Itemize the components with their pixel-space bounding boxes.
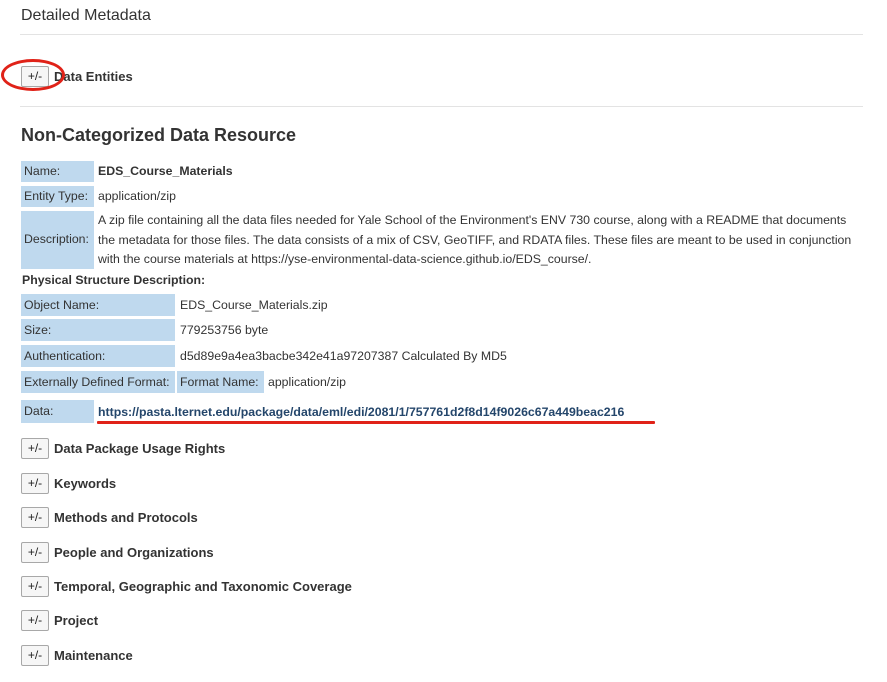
section-usage-rights: +/- Data Package Usage Rights <box>21 437 225 459</box>
header-divider <box>20 34 863 35</box>
keywords-label: Keywords <box>54 475 117 491</box>
data-download-link[interactable]: https://pasta.lternet.edu/package/data/e… <box>98 403 624 422</box>
resource-title: Non-Categorized Data Resource <box>21 125 297 145</box>
object-name-label: Object Name: <box>21 294 175 316</box>
size-label: Size: <box>21 319 175 341</box>
people-toggle-button[interactable]: +/- <box>21 541 49 563</box>
data-entities-toggle-button[interactable]: +/- <box>21 65 49 87</box>
object-name-value: EDS_Course_Materials.zip <box>180 298 328 312</box>
keywords-toggle-button[interactable]: +/- <box>21 472 49 494</box>
description-value: A zip file containing all the data files… <box>98 213 852 266</box>
physical-structure-title: Physical Structure Description: <box>22 273 206 287</box>
maintenance-label: Maintenance <box>54 647 133 663</box>
external-format-label: Externally Defined Format: <box>21 371 175 393</box>
entity-type-value: application/zip <box>98 189 176 203</box>
data-entities-label: Data Entities <box>54 68 133 84</box>
methods-label: Methods and Protocols <box>54 509 198 525</box>
usage-rights-label: Data Package Usage Rights <box>54 440 226 456</box>
coverage-toggle-button[interactable]: +/- <box>21 575 49 597</box>
data-entities-toggle-row: +/- Data Entities <box>21 65 133 87</box>
section-project: +/- Project <box>21 609 98 631</box>
size-value: 779253756 byte <box>180 323 269 337</box>
section-divider <box>20 106 863 107</box>
name-label: Name: <box>21 161 94 182</box>
usage-rights-toggle-button[interactable]: +/- <box>21 437 49 459</box>
page-title: Detailed Metadata <box>21 7 151 24</box>
name-value: EDS_Course_Materials <box>98 164 233 178</box>
section-methods: +/- Methods and Protocols <box>21 506 198 528</box>
people-label: People and Organizations <box>54 544 214 560</box>
format-name-value: application/zip <box>268 375 346 389</box>
maintenance-toggle-button[interactable]: +/- <box>21 644 49 666</box>
section-keywords: +/- Keywords <box>21 472 116 494</box>
entity-type-label: Entity Type: <box>21 186 94 207</box>
methods-toggle-button[interactable]: +/- <box>21 506 49 528</box>
authentication-label: Authentication: <box>21 345 175 367</box>
format-name-label: Format Name: <box>177 371 264 393</box>
description-label: Description: <box>21 211 94 269</box>
section-people: +/- People and Organizations <box>21 541 214 563</box>
annotation-underline <box>97 421 655 424</box>
project-toggle-button[interactable]: +/- <box>21 609 49 631</box>
project-label: Project <box>54 612 99 628</box>
section-coverage: +/- Temporal, Geographic and Taxonomic C… <box>21 575 352 597</box>
data-label: Data: <box>21 400 94 423</box>
coverage-label: Temporal, Geographic and Taxonomic Cover… <box>54 578 352 594</box>
authentication-value: d5d89e9a4ea3bacbe342e41a97207387 Calcula… <box>180 349 507 363</box>
section-maintenance: +/- Maintenance <box>21 644 133 666</box>
